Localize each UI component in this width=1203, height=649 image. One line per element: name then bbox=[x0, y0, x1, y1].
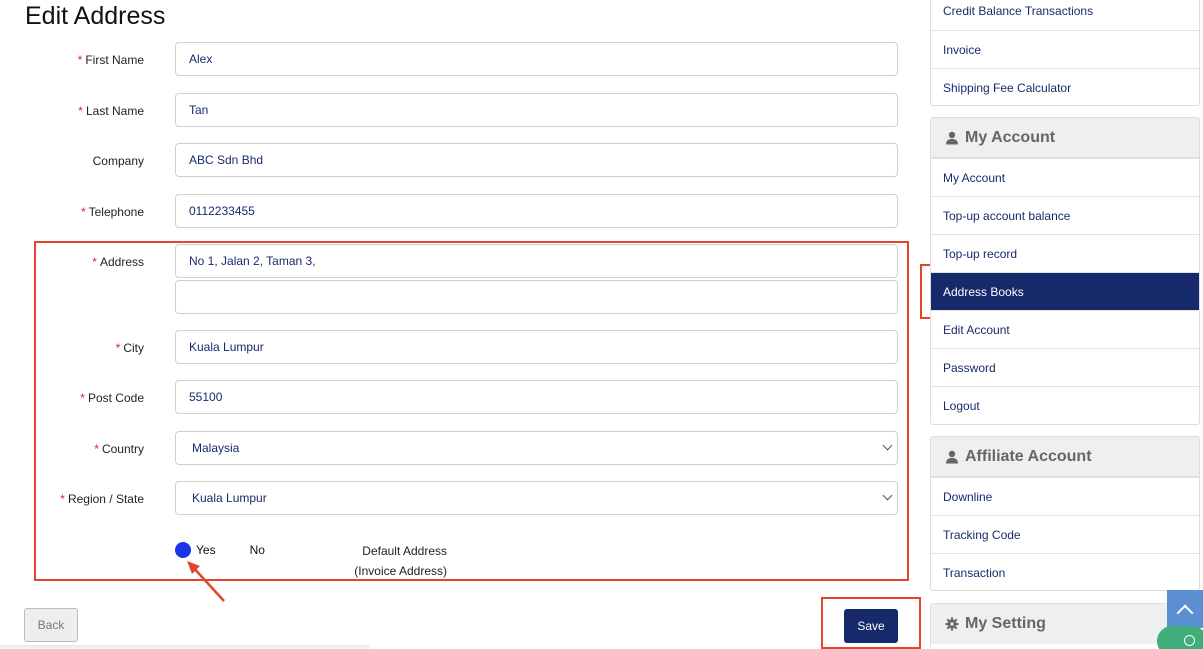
address-line1-input[interactable] bbox=[175, 244, 898, 278]
chevron-down-icon bbox=[882, 440, 893, 451]
region-row: * Region / State Kuala Lumpur bbox=[0, 481, 900, 516]
gear-icon bbox=[945, 617, 959, 631]
post-code-input[interactable] bbox=[175, 380, 898, 414]
sidebar-account-tools: Credit Balance Transactions Invoice Ship… bbox=[930, 0, 1200, 106]
address-label: * Address bbox=[92, 255, 144, 269]
scroll-to-top-button[interactable] bbox=[1167, 590, 1203, 628]
default-address-radio-group: Yes No bbox=[175, 541, 265, 559]
sidebar-item-address-books[interactable]: Address Books bbox=[931, 272, 1199, 310]
sidebar-item-invoice[interactable]: Invoice bbox=[931, 30, 1199, 68]
company-label: Company bbox=[92, 154, 144, 168]
sidebar-item-credit-balance[interactable]: Credit Balance Transactions bbox=[931, 0, 1199, 30]
last-name-input[interactable] bbox=[175, 93, 898, 127]
default-address-label: Default Address (Invoice Address) bbox=[354, 544, 447, 578]
sidebar-item-edit-account[interactable]: Edit Account bbox=[931, 310, 1199, 348]
address-line2-input[interactable] bbox=[175, 280, 898, 314]
sidebar-heading-affiliate: Affiliate Account bbox=[931, 437, 1199, 477]
company-input[interactable] bbox=[175, 143, 898, 177]
telephone-row: * Telephone bbox=[0, 194, 900, 229]
first-name-input[interactable] bbox=[175, 42, 898, 76]
country-row: * Country Malaysia bbox=[0, 431, 900, 466]
country-label: * Country bbox=[94, 442, 144, 456]
default-yes-label[interactable]: Yes bbox=[196, 543, 216, 557]
save-button[interactable]: Save bbox=[844, 609, 898, 643]
page-title: Edit Address bbox=[25, 2, 166, 30]
user-icon bbox=[946, 450, 958, 463]
address-row: * Address bbox=[0, 244, 900, 316]
sidebar-heading-my-account: My Account bbox=[931, 118, 1199, 158]
region-label: * Region / State bbox=[60, 492, 144, 506]
annotation-arrow-icon bbox=[187, 561, 225, 602]
sidebar-item-transaction[interactable]: Transaction bbox=[931, 553, 1199, 591]
chevron-down-icon bbox=[882, 490, 893, 501]
sidebar-item-topup-balance[interactable]: Top-up account balance bbox=[931, 196, 1199, 234]
company-row: Company bbox=[0, 143, 900, 178]
region-select[interactable]: Kuala Lumpur bbox=[175, 481, 898, 515]
last-name-label: * Last Name bbox=[78, 104, 144, 118]
sidebar-item-password[interactable]: Password bbox=[931, 348, 1199, 386]
sidebar-item-topup-record[interactable]: Top-up record bbox=[931, 234, 1199, 272]
sidebar-item-logout[interactable]: Logout bbox=[931, 386, 1199, 424]
page-bottom-divider bbox=[0, 645, 370, 649]
post-code-row: * Post Code bbox=[0, 380, 900, 415]
last-name-row: * Last Name bbox=[0, 93, 900, 128]
user-icon bbox=[946, 131, 958, 144]
sidebar-my-account: My Account My Account Top-up account bal… bbox=[930, 117, 1200, 425]
chevron-up-icon bbox=[1176, 604, 1194, 622]
telephone-input[interactable] bbox=[175, 194, 898, 228]
city-label: * City bbox=[115, 341, 144, 355]
first-name-row: * First Name bbox=[0, 42, 900, 77]
default-no-label[interactable]: No bbox=[250, 543, 265, 557]
back-button[interactable]: Back bbox=[24, 608, 78, 642]
telephone-label: * Telephone bbox=[80, 205, 144, 219]
country-value: Malaysia bbox=[192, 441, 240, 455]
country-select[interactable]: Malaysia bbox=[175, 431, 898, 465]
first-name-label: * First Name bbox=[77, 53, 144, 67]
post-code-label: * Post Code bbox=[80, 391, 144, 405]
sidebar-item-my-account[interactable]: My Account bbox=[931, 158, 1199, 196]
region-value: Kuala Lumpur bbox=[192, 491, 267, 505]
city-input[interactable] bbox=[175, 330, 898, 364]
default-yes-radio[interactable] bbox=[175, 542, 191, 558]
sidebar-item-tracking-code[interactable]: Tracking Code bbox=[931, 515, 1199, 553]
sidebar-item-downline[interactable]: Downline bbox=[931, 477, 1199, 515]
sidebar-item-shipping-calculator[interactable]: Shipping Fee Calculator bbox=[931, 68, 1199, 106]
sidebar-affiliate-account: Affiliate Account Downline Tracking Code… bbox=[930, 436, 1200, 591]
whatsapp-chat-button[interactable] bbox=[1157, 626, 1203, 649]
whatsapp-icon bbox=[1184, 635, 1195, 646]
city-row: * City bbox=[0, 330, 900, 365]
